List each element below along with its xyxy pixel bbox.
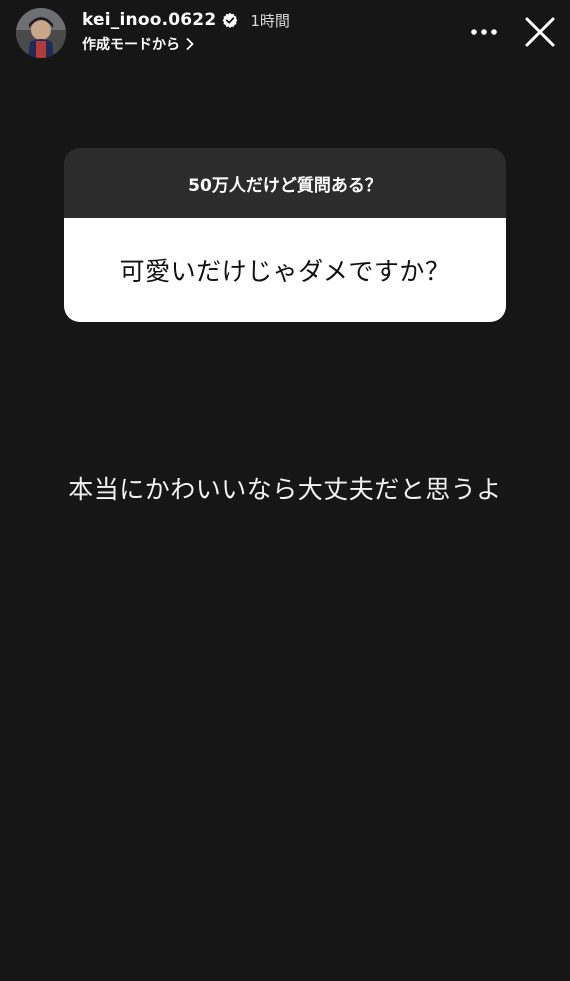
question-text: 可愛いだけじゃダメですか？: [64, 218, 506, 322]
username[interactable]: kei_inoo.0622: [82, 10, 216, 30]
post-time: 1時間: [250, 11, 290, 30]
more-options-icon[interactable]: [466, 18, 502, 46]
story-header: kei_inoo.0622 1時間 作成モードから: [0, 0, 570, 66]
verified-badge-icon: [222, 12, 238, 28]
chevron-right-icon: [186, 38, 194, 50]
avatar[interactable]: [16, 8, 66, 58]
answer-text: 本当にかわいいなら大丈夫だと思うよ: [68, 475, 502, 504]
created-with-link[interactable]: 作成モードから: [82, 34, 290, 54]
user-info: kei_inoo.0622 1時間 作成モードから: [82, 8, 290, 54]
question-prompt: 50万人だけど質問ある？: [64, 148, 506, 218]
question-sticker: 50万人だけど質問ある？ 可愛いだけじゃダメですか？: [64, 148, 506, 322]
close-icon[interactable]: [520, 12, 560, 52]
story-viewer: kei_inoo.0622 1時間 作成モードから 50万人だけど質問ある？ 可…: [0, 0, 570, 981]
created-with-label: 作成モードから: [82, 37, 180, 53]
